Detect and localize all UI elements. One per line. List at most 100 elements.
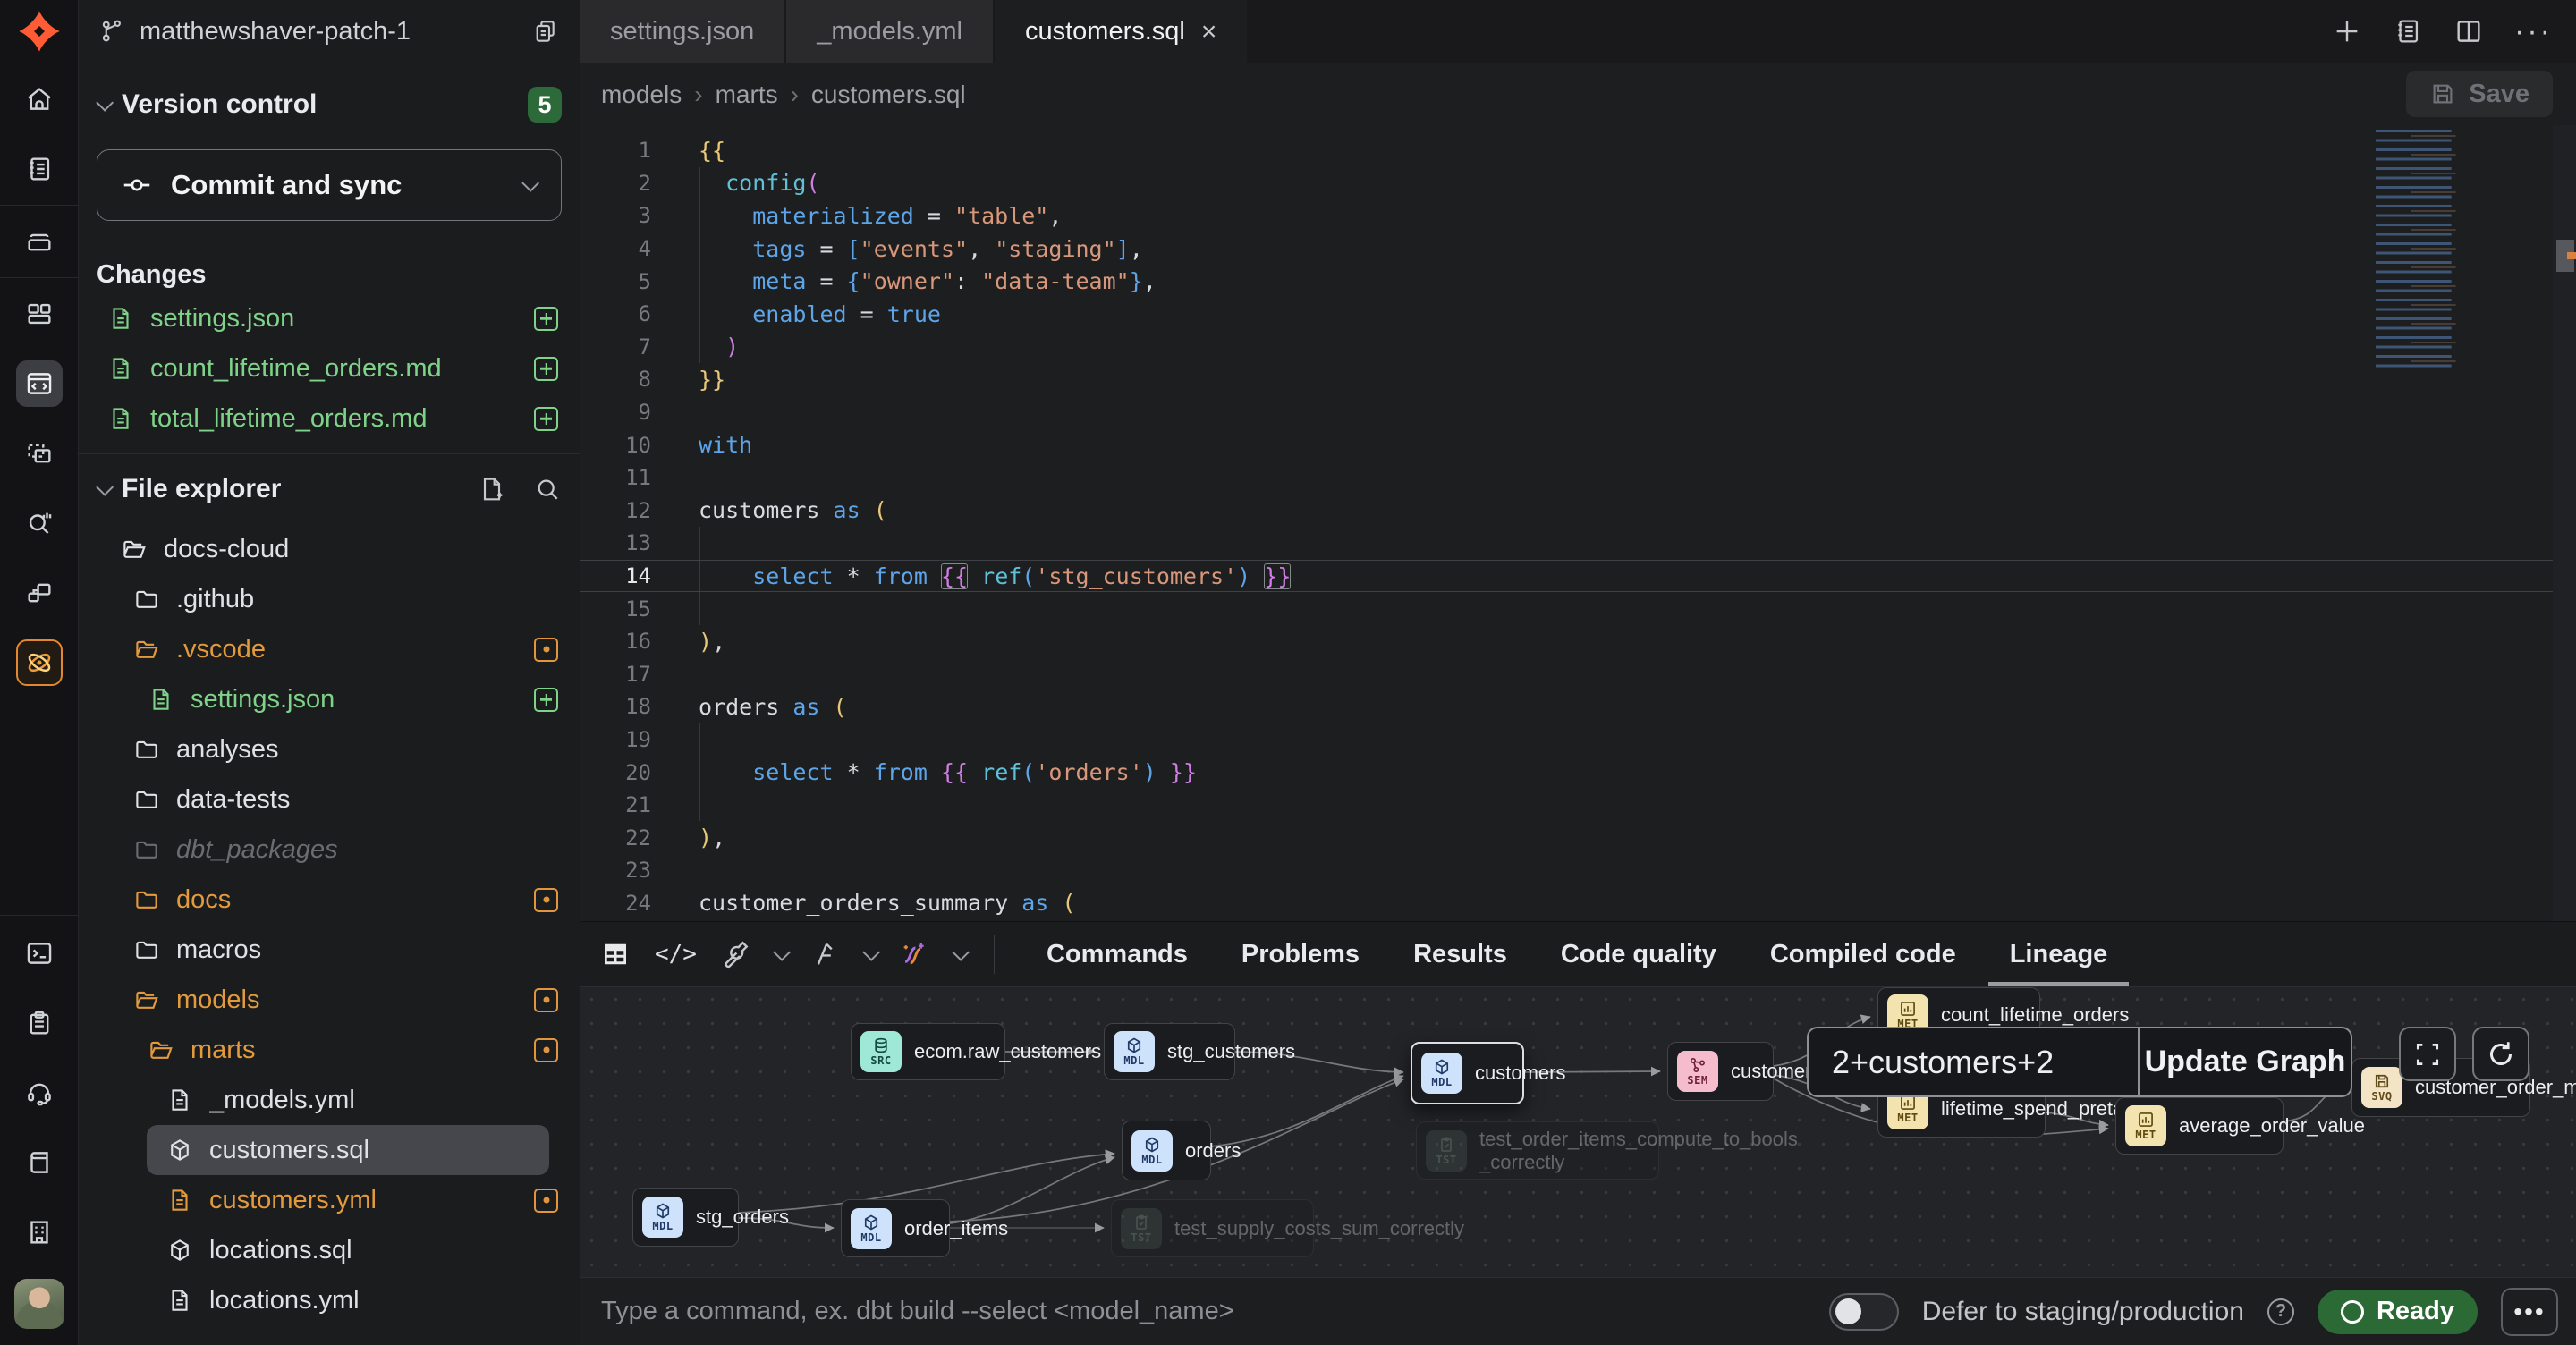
changed-file-row[interactable]: settings.json bbox=[97, 297, 562, 340]
new-tab-plus-icon[interactable] bbox=[2332, 16, 2362, 47]
lineage-node-stg_orders[interactable]: MDL stg_orders bbox=[632, 1188, 739, 1247]
command-more-button[interactable]: ••• bbox=[2501, 1288, 2558, 1336]
lineage-node-stg_customers[interactable]: MDL stg_customers bbox=[1104, 1023, 1235, 1080]
code-line-11[interactable]: 11 bbox=[580, 461, 2576, 495]
copy-branch-icon[interactable] bbox=[531, 17, 560, 46]
studio-ide-icon[interactable] bbox=[16, 360, 63, 407]
modified-badge[interactable] bbox=[534, 1189, 558, 1213]
status-badge[interactable]: Ready bbox=[2318, 1290, 2478, 1334]
modified-badge[interactable] bbox=[534, 988, 558, 1012]
build-wrench-icon[interactable] bbox=[720, 939, 750, 969]
code-line-15[interactable]: 15 bbox=[580, 592, 2576, 625]
panel-tab-code-quality[interactable]: Code quality bbox=[1534, 922, 1743, 986]
tree-item-dbt_packages[interactable]: dbt_packages bbox=[97, 825, 562, 875]
visual-editor-icon[interactable] bbox=[16, 430, 63, 477]
minimap[interactable] bbox=[2368, 130, 2499, 373]
jobs-icon[interactable] bbox=[16, 218, 63, 265]
lineage-node-ecom.raw_customers[interactable]: SRC ecom.raw_customers bbox=[851, 1023, 1005, 1080]
docs-book-icon[interactable] bbox=[16, 1139, 63, 1186]
tree-item-data-tests[interactable]: data-tests bbox=[97, 774, 562, 825]
user-avatar[interactable] bbox=[14, 1279, 64, 1329]
tree-item-customers.sql[interactable]: customers.sql bbox=[147, 1125, 549, 1175]
notebook-icon[interactable] bbox=[16, 146, 63, 192]
search-icon[interactable] bbox=[533, 475, 562, 503]
code-line-4[interactable]: 4 tags = ["events", "staging"], bbox=[580, 233, 2576, 266]
code-line-17[interactable]: 17 bbox=[580, 658, 2576, 691]
code-line-19[interactable]: 19 bbox=[580, 723, 2576, 757]
tab-settings.json[interactable]: settings.json bbox=[580, 0, 786, 63]
notebook-panel-icon[interactable] bbox=[2393, 16, 2423, 47]
tab-_models.yml[interactable]: _models.yml bbox=[786, 0, 995, 63]
code-line-2[interactable]: 2 config( bbox=[580, 167, 2576, 200]
close-tab-icon[interactable]: × bbox=[1201, 17, 1217, 47]
lineage-node-customers[interactable]: MDL customers bbox=[1411, 1042, 1524, 1104]
split-editor-icon[interactable] bbox=[2453, 16, 2484, 47]
save-button[interactable]: Save bbox=[2406, 71, 2553, 117]
tree-item-customers.yml[interactable]: customers.yml bbox=[97, 1175, 562, 1225]
modified-badge[interactable] bbox=[534, 638, 558, 662]
changed-file-row[interactable]: total_lifetime_orders.md bbox=[97, 397, 562, 440]
help-icon[interactable]: ? bbox=[2267, 1298, 2294, 1325]
code-line-18[interactable]: 18orders as ( bbox=[580, 690, 2576, 723]
results-table-icon[interactable] bbox=[599, 938, 631, 970]
tree-item-.vscode[interactable]: .vscode bbox=[97, 624, 562, 674]
code-line-6[interactable]: 6 enabled = true bbox=[580, 298, 2576, 331]
update-graph-button[interactable]: Update Graph bbox=[2138, 1028, 2351, 1095]
added-badge[interactable] bbox=[534, 357, 558, 381]
lineage-node-test_order_items_compute_to_bools[interactable]: TST test_order_items_compute_to_bools _c… bbox=[1416, 1121, 1659, 1180]
format-icon[interactable] bbox=[809, 939, 840, 969]
home-icon[interactable] bbox=[16, 76, 63, 123]
chevron-down-icon[interactable] bbox=[773, 943, 791, 961]
code-line-7[interactable]: 7 ) bbox=[580, 331, 2576, 364]
tree-item-macros[interactable]: macros bbox=[97, 925, 562, 975]
code-line-16[interactable]: 16), bbox=[580, 625, 2576, 658]
lineage-node-orders[interactable]: MDL orders bbox=[1122, 1121, 1211, 1180]
lineage-node-test_supply_costs_sum_correctly[interactable]: TST test_supply_costs_sum_correctly bbox=[1111, 1199, 1314, 1257]
organization-icon[interactable] bbox=[16, 1209, 63, 1256]
terminal-icon[interactable] bbox=[16, 930, 63, 977]
modified-badge[interactable] bbox=[534, 1038, 558, 1062]
breadcrumb-marts[interactable]: marts bbox=[716, 80, 778, 109]
commit-options-caret[interactable] bbox=[496, 150, 561, 220]
code-line-9[interactable]: 9 bbox=[580, 396, 2576, 429]
code-line-3[interactable]: 3 materialized = "table", bbox=[580, 199, 2576, 233]
tree-item-.github[interactable]: .github bbox=[97, 574, 562, 624]
panel-tab-commands[interactable]: Commands bbox=[1020, 922, 1215, 986]
fullscreen-button[interactable] bbox=[2399, 1027, 2456, 1081]
panel-tab-problems[interactable]: Problems bbox=[1215, 922, 1386, 986]
ai-fix-icon[interactable] bbox=[899, 939, 929, 969]
lineage-node-order_items[interactable]: MDL order_items bbox=[841, 1199, 950, 1257]
tab-customers.sql[interactable]: customers.sql× bbox=[995, 0, 1249, 63]
code-line-21[interactable]: 21 bbox=[580, 789, 2576, 822]
chevron-down-icon[interactable] bbox=[96, 478, 114, 496]
lineage-canvas[interactable]: SRC ecom.raw_customers MDL stg_customers M… bbox=[580, 987, 2576, 1277]
code-line-12[interactable]: 12customers as ( bbox=[580, 495, 2576, 528]
added-badge[interactable] bbox=[534, 407, 558, 431]
chevron-down-icon[interactable] bbox=[862, 943, 880, 961]
defer-toggle[interactable] bbox=[1829, 1293, 1899, 1331]
chevron-down-icon[interactable] bbox=[96, 94, 114, 112]
panel-tab-results[interactable]: Results bbox=[1386, 922, 1534, 986]
chevron-down-icon[interactable] bbox=[952, 943, 970, 961]
added-badge[interactable] bbox=[534, 688, 558, 712]
tree-item-docs[interactable]: docs bbox=[97, 875, 562, 925]
code-line-23[interactable]: 23 bbox=[580, 854, 2576, 887]
code-editor[interactable]: 1{{2 config(3 materialized = "table",4 t… bbox=[580, 125, 2576, 921]
copilot-atom-icon[interactable] bbox=[16, 639, 63, 686]
commit-and-sync-button[interactable]: Commit and sync bbox=[97, 149, 562, 221]
dbt-logo[interactable] bbox=[0, 0, 79, 63]
clipboard-icon[interactable] bbox=[16, 1000, 63, 1046]
modified-badge[interactable] bbox=[534, 888, 558, 912]
catalog-icon[interactable] bbox=[16, 500, 63, 546]
command-input[interactable]: Type a command, ex. dbt build --select <… bbox=[601, 1297, 1829, 1326]
code-line-20[interactable]: 20 select * from {{ ref('orders') }} bbox=[580, 756, 2576, 789]
tree-item-models[interactable]: models bbox=[97, 975, 562, 1025]
code-line-1[interactable]: 1{{ bbox=[580, 134, 2576, 167]
tree-item-settings.json[interactable]: settings.json bbox=[97, 674, 562, 724]
tree-item-analyses[interactable]: analyses bbox=[97, 724, 562, 774]
dashboard-icon[interactable] bbox=[16, 291, 63, 337]
new-file-icon[interactable] bbox=[478, 475, 506, 503]
code-line-13[interactable]: 13 bbox=[580, 527, 2576, 560]
lineage-selector-input[interactable]: 2+customers+2 bbox=[1809, 1028, 2138, 1095]
code-line-22[interactable]: 22), bbox=[580, 821, 2576, 854]
